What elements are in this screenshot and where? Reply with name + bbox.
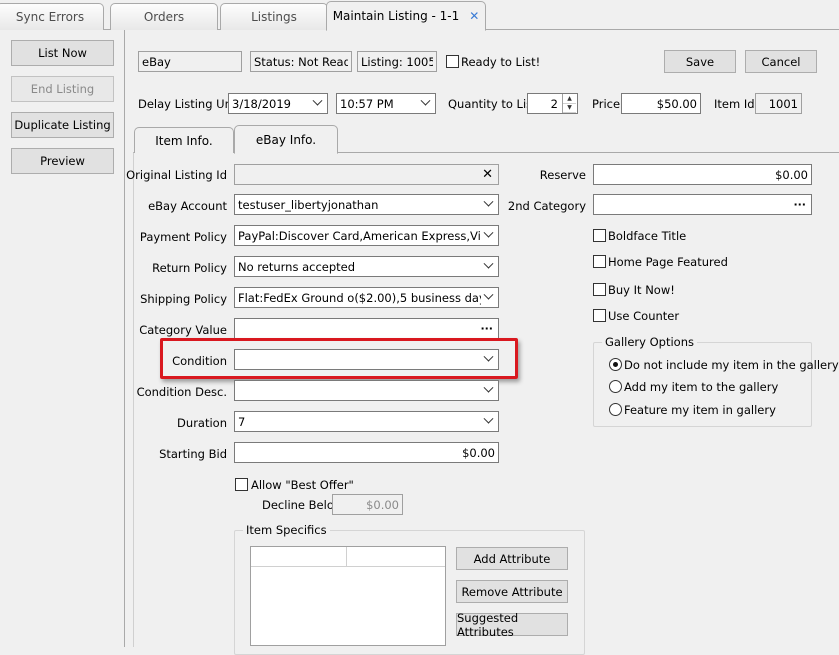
document-tab-strip: Sync Errors Orders Listings Maintain Lis… — [0, 0, 839, 31]
quantity-spinner[interactable]: ▲ ▼ — [562, 94, 576, 113]
buy-it-now-label: Buy It Now! — [608, 283, 675, 297]
ebay-account-label: eBay Account — [148, 199, 227, 213]
grid-header-cell — [251, 547, 347, 567]
gallery-radio-feature[interactable] — [609, 403, 622, 416]
item-id-label: Item Id — [714, 97, 755, 111]
quantity-label: Quantity to List — [448, 97, 537, 111]
boldface-title-label: Boldface Title — [608, 229, 687, 243]
chevron-down-icon — [481, 288, 495, 307]
category-value-label: Category Value — [139, 323, 227, 337]
allow-best-offer-label: Allow "Best Offer" — [251, 478, 354, 492]
add-attribute-button[interactable]: Add Attribute — [456, 547, 568, 570]
browse-ellipsis-icon[interactable]: ··· — [480, 322, 495, 335]
end-listing-button[interactable]: End Listing — [11, 76, 114, 102]
ready-to-list-checkbox[interactable] — [446, 55, 459, 68]
second-category-field[interactable]: ··· — [593, 194, 812, 215]
price-label: Price — [592, 97, 621, 111]
gallery-radio-add[interactable] — [609, 380, 622, 393]
chevron-down-icon — [481, 195, 495, 214]
starting-bid-field[interactable]: $0.00 — [234, 442, 499, 463]
boldface-title-checkbox[interactable] — [593, 229, 606, 242]
starting-bid-label: Starting Bid — [159, 447, 227, 461]
chevron-down-icon — [481, 412, 495, 431]
marketplace-field: eBay — [138, 51, 242, 72]
suggested-attributes-button[interactable]: Suggested Attributes — [456, 611, 568, 639]
preview-button[interactable]: Preview — [11, 148, 114, 174]
shipping-policy-label: Shipping Policy — [140, 292, 227, 306]
price-field[interactable]: $50.00 — [621, 93, 701, 114]
status-field: Status: Not Ready — [250, 51, 352, 72]
item-specifics-title: Item Specifics — [243, 523, 330, 537]
grid-header-cell — [347, 547, 445, 567]
reserve-field[interactable]: $0.00 — [593, 164, 812, 185]
second-category-label: 2nd Category — [507, 199, 586, 213]
condition-highlight-box — [160, 338, 518, 379]
close-icon[interactable]: ✕ — [469, 9, 479, 23]
use-counter-label: Use Counter — [608, 309, 680, 323]
condition-desc-dropdown[interactable] — [234, 380, 499, 401]
gallery-options-title: Gallery Options — [602, 335, 697, 349]
tab-label: eBay Info. — [255, 132, 317, 147]
ebay-account-dropdown[interactable]: testuser_libertyjonathan — [234, 194, 499, 215]
tab-maintain-listing[interactable]: Maintain Listing - 1-1 ✕ — [326, 1, 486, 31]
delay-time-picker[interactable]: 10:57 PM — [336, 93, 436, 114]
category-value-field[interactable]: ··· — [234, 318, 499, 339]
tab-label: Sync Errors — [15, 10, 85, 24]
action-panel: List Now End Listing Duplicate Listing P… — [0, 30, 125, 647]
tab-label: Item Info. — [155, 133, 213, 148]
chevron-down-icon — [481, 381, 495, 400]
reserve-label: Reserve — [539, 168, 586, 182]
home-page-featured-label: Home Page Featured — [608, 255, 728, 269]
home-page-featured-checkbox[interactable] — [593, 255, 606, 268]
tab-listings[interactable]: Listings — [220, 3, 328, 30]
payment-policy-label: Payment Policy — [139, 230, 227, 244]
tab-item-info[interactable]: Item Info. — [134, 127, 234, 153]
chevron-down-icon — [481, 257, 495, 276]
duration-dropdown[interactable]: 7 — [234, 411, 499, 432]
return-policy-label: Return Policy — [152, 261, 227, 275]
listing-number-field: Listing: 1005 — [357, 51, 437, 72]
spin-up-icon[interactable]: ▲ — [563, 94, 576, 104]
duration-label: Duration — [177, 416, 227, 430]
ready-to-list-label: Ready to List! — [461, 55, 541, 69]
tab-label: Listings — [251, 10, 297, 24]
condition-desc-label: Condition Desc. — [136, 385, 227, 399]
clear-icon[interactable]: ✕ — [482, 167, 495, 182]
gallery-radio-none[interactable] — [609, 358, 622, 371]
item-specifics-grid[interactable] — [250, 546, 446, 646]
chevron-down-icon — [310, 94, 324, 113]
gallery-option-add-label: Add my item to the gallery — [624, 380, 779, 394]
payment-policy-dropdown[interactable]: PayPal:Discover Card,American Express,Vi… — [234, 225, 499, 246]
duplicate-listing-button[interactable]: Duplicate Listing — [11, 112, 114, 138]
item-id-field: 1001 — [755, 93, 802, 114]
decline-below-field[interactable]: $0.00 — [332, 494, 403, 515]
list-now-button[interactable]: List Now — [11, 40, 114, 66]
tab-label: Orders — [143, 10, 185, 24]
gallery-option-feature-label: Feature my item in gallery — [624, 403, 776, 417]
shipping-policy-dropdown[interactable]: Flat:FedEx Ground o($2.00),5 business da… — [234, 287, 499, 308]
spin-down-icon[interactable]: ▼ — [563, 104, 576, 113]
tab-sync-errors[interactable]: Sync Errors — [0, 3, 104, 30]
tab-orders[interactable]: Orders — [110, 3, 218, 30]
buy-it-now-checkbox[interactable] — [593, 283, 606, 296]
allow-best-offer-checkbox[interactable] — [235, 478, 248, 491]
original-listing-id-field: ✕ — [234, 164, 499, 185]
browse-ellipsis-icon[interactable]: ··· — [793, 198, 808, 211]
delay-date-picker[interactable]: 3/18/2019 — [228, 93, 328, 114]
tab-label: Maintain Listing - 1-1 — [332, 9, 460, 23]
return-policy-dropdown[interactable]: No returns accepted — [234, 256, 499, 277]
chevron-down-icon — [418, 94, 432, 113]
original-listing-id-label: Original Listing Id — [126, 168, 227, 182]
chevron-down-icon — [481, 226, 495, 245]
save-button[interactable]: Save — [664, 50, 736, 73]
gallery-option-none-label: Do not include my item in the gallery — [624, 358, 839, 372]
tab-ebay-info[interactable]: eBay Info. — [234, 125, 338, 154]
remove-attribute-button[interactable]: Remove Attribute — [456, 580, 568, 603]
cancel-button[interactable]: Cancel — [745, 50, 817, 73]
use-counter-checkbox[interactable] — [593, 309, 606, 322]
